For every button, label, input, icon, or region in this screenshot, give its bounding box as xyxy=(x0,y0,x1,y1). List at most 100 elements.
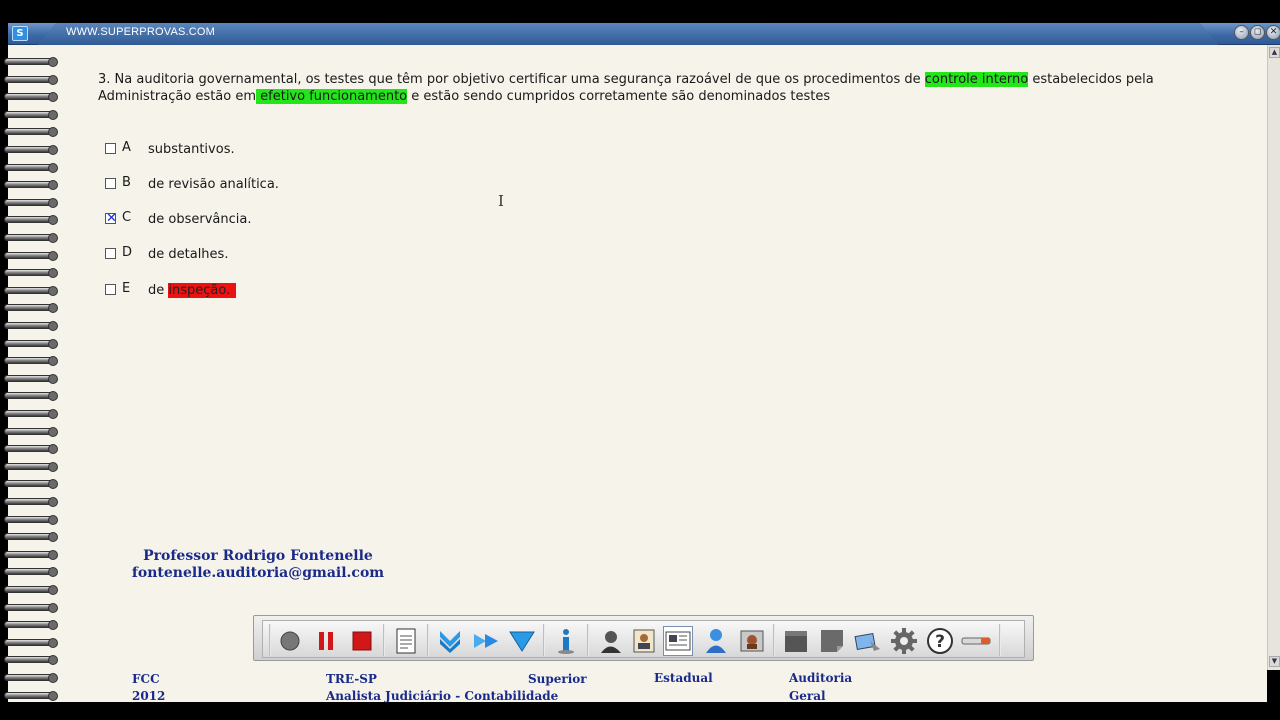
spiral-wire xyxy=(4,603,54,611)
spiral-ring xyxy=(4,601,62,615)
close-button[interactable]: ✕ xyxy=(1266,25,1280,40)
spiral-hole xyxy=(48,532,58,543)
spiral-hole xyxy=(48,127,58,138)
spiral-ring xyxy=(4,249,62,263)
text-cursor-icon: I xyxy=(498,192,504,210)
spiral-hole xyxy=(48,338,58,349)
spiral-ring xyxy=(4,495,62,509)
spiral-ring xyxy=(4,354,62,368)
spiral-ring xyxy=(4,671,62,685)
spiral-ring xyxy=(4,618,62,632)
spiral-wire xyxy=(4,234,54,241)
gear-icon[interactable] xyxy=(889,626,919,656)
spiral-ring xyxy=(4,196,62,210)
minimize-button[interactable]: – xyxy=(1234,25,1249,40)
vertical-scrollbar[interactable]: ▲ ▼ xyxy=(1267,45,1280,670)
option-e-checkbox[interactable] xyxy=(105,284,116,295)
spiral-wire xyxy=(4,586,54,593)
spiral-wire xyxy=(4,322,54,329)
app-icon[interactable]: S xyxy=(12,26,28,41)
spiral-wire xyxy=(4,427,54,435)
stop-icon[interactable] xyxy=(347,626,377,656)
option-b-checkbox[interactable] xyxy=(105,178,116,189)
option-text: de detalhes. xyxy=(148,247,229,262)
spiral-hole xyxy=(48,303,58,314)
spiral-hole xyxy=(48,391,58,402)
option-letter: C xyxy=(122,210,132,225)
highlight-controle-interno: controle interno xyxy=(924,72,1029,87)
spiral-hole xyxy=(48,250,58,261)
news-card-icon[interactable] xyxy=(663,626,693,656)
spiral-wire xyxy=(4,163,54,171)
option-c-checkbox[interactable]: ✕ xyxy=(105,212,117,225)
teacher-icon[interactable] xyxy=(595,626,625,656)
spiral-ring xyxy=(4,477,62,491)
spiral-ring xyxy=(4,90,62,104)
title-bar: S WWW.SUPERPROVAS.COM – ◻ ✕ xyxy=(8,23,1280,45)
spiral-wire xyxy=(4,251,54,259)
spiral-hole xyxy=(48,585,58,595)
forward-arrow-icon[interactable] xyxy=(471,626,501,656)
spiral-ring xyxy=(4,55,62,69)
spiral-hole xyxy=(48,426,58,437)
spiral-wire xyxy=(4,128,54,136)
professor-email[interactable]: fontenelle.auditoria@gmail.com xyxy=(0,565,516,581)
spiral-ring xyxy=(4,178,62,192)
user-icon[interactable] xyxy=(701,626,731,656)
spiral-wire xyxy=(4,286,54,294)
spiral-wire xyxy=(4,110,54,118)
spiral-hole xyxy=(48,356,58,367)
spiral-wire xyxy=(4,498,54,505)
option-d-checkbox[interactable] xyxy=(105,248,116,259)
download-arrow-icon[interactable] xyxy=(435,626,465,656)
spiral-hole xyxy=(48,444,58,455)
spiral-hole xyxy=(48,285,58,296)
funnel-icon[interactable] xyxy=(507,626,537,656)
spiral-hole xyxy=(48,409,58,419)
spiral-wire xyxy=(4,480,54,488)
spiral-wire xyxy=(4,621,54,629)
document-icon[interactable] xyxy=(391,626,421,656)
photo-icon[interactable] xyxy=(737,626,767,656)
help-icon[interactable]: ? xyxy=(925,626,955,656)
spiral-hole xyxy=(48,655,58,666)
minimize-bar-icon[interactable] xyxy=(961,626,991,656)
spiral-hole xyxy=(48,74,58,85)
spiral-ring xyxy=(4,407,62,421)
spiral-hole xyxy=(48,497,58,507)
toolbar-separator xyxy=(999,624,1001,656)
id-card-icon[interactable] xyxy=(629,626,659,656)
spiral-wire xyxy=(4,269,54,277)
spiral-ring xyxy=(4,460,62,474)
scroll-down-button[interactable]: ▼ xyxy=(1269,656,1280,667)
spiral-hole xyxy=(48,180,58,191)
scroll-up-button[interactable]: ▲ xyxy=(1269,47,1280,58)
spiral-wire xyxy=(4,410,54,417)
eraser-icon[interactable] xyxy=(853,626,883,656)
spiral-ring xyxy=(4,161,62,175)
note-icon[interactable] xyxy=(817,626,847,656)
question-part: e estão sendo cumpridos corretamente são… xyxy=(407,89,831,104)
spiral-wire xyxy=(4,198,54,206)
spiral-ring xyxy=(4,425,62,439)
restore-button[interactable]: ◻ xyxy=(1250,25,1265,40)
pause-icon[interactable] xyxy=(311,626,341,656)
toolbar-separator xyxy=(269,624,271,656)
toolbar-separator xyxy=(543,624,545,656)
footer-cargo: Analista Judiciário - Contabilidade xyxy=(326,689,559,703)
spiral-wire xyxy=(4,216,54,224)
clapper-icon[interactable] xyxy=(781,626,811,656)
footer-materia: Auditoria xyxy=(789,671,853,685)
spiral-hole xyxy=(48,461,58,472)
spiral-hole xyxy=(48,92,58,103)
professor-name: Professor Rodrigo Fontenelle xyxy=(143,548,373,564)
footer-banca: FCC xyxy=(132,672,160,686)
spiral-ring xyxy=(4,636,62,650)
option-a-checkbox[interactable] xyxy=(105,143,116,154)
spiral-wire xyxy=(4,392,54,400)
spiral-wire xyxy=(4,304,54,312)
question-part: 3. Na auditoria governamental, os testes… xyxy=(98,72,925,87)
info-icon[interactable] xyxy=(551,626,581,656)
spiral-wire xyxy=(4,339,54,347)
record-icon[interactable] xyxy=(275,626,305,656)
